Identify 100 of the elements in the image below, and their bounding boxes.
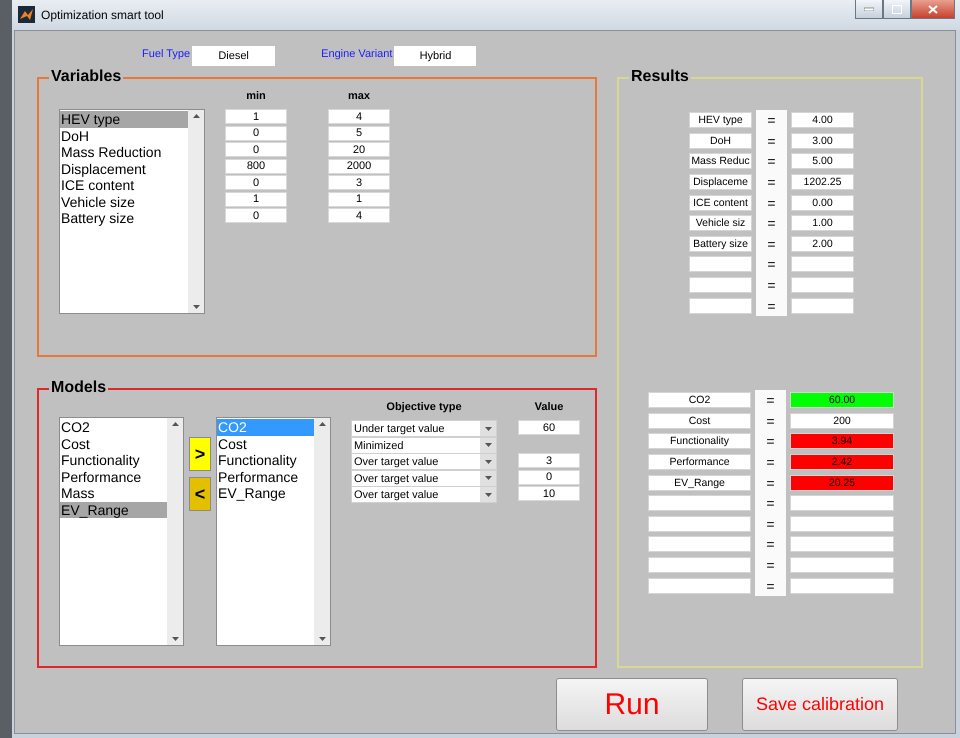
- minimize-button[interactable]: [855, 0, 883, 19]
- objective-dropdown[interactable]: Over target value: [351, 470, 497, 486]
- result-value-field: 60.00: [790, 392, 894, 408]
- list-item[interactable]: Cost: [60, 436, 167, 452]
- dropdown-arrow-icon[interactable]: [484, 476, 492, 480]
- value-field[interactable]: 0: [518, 470, 580, 484]
- result-value-field: [791, 298, 854, 314]
- min-field[interactable]: 0: [225, 208, 287, 223]
- result-value-field: [791, 277, 854, 294]
- equals-sign: =: [755, 452, 786, 472]
- result-value-field: 4.00: [791, 112, 854, 128]
- result-value-field: 5.00: [791, 153, 854, 170]
- list-item[interactable]: Performance: [217, 468, 314, 485]
- fuel-type-label: Fuel Type: [142, 48, 190, 60]
- result-value-field: 0.00: [791, 194, 854, 211]
- objective-dropdown[interactable]: Under target value: [351, 420, 497, 437]
- result-name-field: Performance: [648, 454, 751, 470]
- dropdown-arrow-icon[interactable]: [484, 492, 492, 496]
- result-name-field: [689, 298, 752, 314]
- equals-sign: =: [755, 554, 786, 576]
- max-field[interactable]: 20: [328, 142, 390, 157]
- scrollbar[interactable]: [314, 418, 330, 645]
- dropdown-arrow-icon[interactable]: [484, 460, 492, 464]
- result-value-field: [791, 256, 854, 272]
- list-item[interactable]: EV_Range: [217, 485, 314, 502]
- scrollbar[interactable]: [188, 110, 204, 313]
- scroll-up-icon[interactable]: [172, 422, 178, 426]
- list-item[interactable]: Functionality: [217, 452, 314, 468]
- equals-sign: =: [756, 212, 787, 234]
- result-name-field: Displaceme: [689, 174, 752, 190]
- objective-dropdown[interactable]: Minimized: [351, 436, 497, 454]
- column-header: min: [246, 89, 266, 104]
- list-item[interactable]: Vehicle size: [60, 194, 188, 210]
- dropdown-arrow-icon[interactable]: [484, 443, 492, 447]
- min-field[interactable]: 0: [225, 126, 287, 140]
- list-item[interactable]: HEV type: [60, 111, 188, 128]
- result-value-field: 1202.25: [791, 174, 854, 190]
- window-title: Optimization smart tool: [41, 8, 164, 22]
- equals-sign: =: [756, 274, 787, 296]
- scrollbar[interactable]: [167, 418, 183, 645]
- maximize-button[interactable]: [883, 0, 911, 19]
- max-field[interactable]: 4: [328, 109, 390, 124]
- result-value-field: 2.00: [791, 236, 854, 252]
- min-field[interactable]: 0: [225, 175, 287, 190]
- list-item[interactable]: Displacement: [60, 160, 188, 177]
- result-value-field: 3.00: [791, 132, 854, 149]
- max-field[interactable]: 1: [328, 192, 390, 206]
- column-header: max: [348, 89, 370, 104]
- scroll-up-icon[interactable]: [192, 114, 200, 118]
- equals-sign: =: [755, 472, 786, 493]
- result-value-field: 3.94: [790, 433, 894, 450]
- column-header: Value: [534, 400, 564, 415]
- min-field[interactable]: 1: [225, 192, 287, 206]
- result-name-field: [689, 256, 752, 272]
- max-field[interactable]: 4: [328, 208, 390, 223]
- value-field[interactable]: 3: [518, 453, 580, 468]
- list-item[interactable]: EV_Range: [60, 502, 167, 518]
- max-field[interactable]: 2000: [328, 158, 390, 174]
- max-field[interactable]: 5: [328, 126, 390, 140]
- dropdown-arrow-icon[interactable]: [484, 426, 492, 430]
- list-item[interactable]: Functionality: [60, 452, 167, 468]
- equals-sign: =: [756, 110, 787, 131]
- remove-button[interactable]: <: [189, 477, 211, 511]
- engine-variant-field[interactable]: Hybrid: [394, 46, 476, 66]
- min-field[interactable]: 1: [225, 109, 287, 124]
- list-item[interactable]: ICE content: [60, 177, 188, 194]
- equals-sign: =: [756, 192, 787, 213]
- objective-dropdown[interactable]: Over target value: [351, 453, 497, 470]
- list-box[interactable]: HEV type DoH Mass Reduction Displacement ICE content Vehicle size Battery size: [59, 109, 205, 314]
- add-button[interactable]: >: [189, 437, 211, 471]
- value-field[interactable]: 60: [518, 420, 580, 435]
- scroll-down-icon[interactable]: [192, 305, 200, 309]
- scroll-down-icon[interactable]: [172, 637, 178, 641]
- max-field[interactable]: 3: [328, 175, 390, 190]
- list-item[interactable]: Performance: [60, 468, 167, 485]
- min-field[interactable]: 800: [225, 158, 287, 174]
- list-item[interactable]: Mass: [60, 485, 167, 502]
- list-item[interactable]: DoH: [60, 128, 188, 144]
- list-box[interactable]: CO2 Cost Functionality Performance EV_Range: [216, 417, 331, 646]
- result-name-field: CO2: [648, 392, 751, 408]
- result-name-field: HEV type: [689, 112, 752, 128]
- list-item[interactable]: CO2: [60, 419, 167, 436]
- list-item[interactable]: Battery size: [60, 210, 188, 226]
- equals-sign: =: [755, 390, 786, 411]
- value-field[interactable]: 10: [518, 486, 580, 501]
- objective-dropdown[interactable]: Over target value: [351, 486, 497, 503]
- list-item[interactable]: Cost: [217, 436, 314, 452]
- equals-sign: =: [755, 534, 786, 555]
- fuel-type-field[interactable]: Diesel: [192, 46, 276, 66]
- scroll-down-icon[interactable]: [318, 637, 326, 641]
- equals-sign: =: [756, 254, 787, 275]
- list-box[interactable]: CO2 Cost Functionality Performance Mass EV_Range: [59, 417, 184, 646]
- result-value-field: 20.25: [790, 474, 894, 491]
- equals-sign: =: [755, 431, 786, 452]
- list-item[interactable]: Mass Reduction: [60, 144, 188, 160]
- maximize-icon: [892, 4, 902, 14]
- scroll-up-icon[interactable]: [318, 422, 326, 426]
- result-name-field: Functionality: [648, 433, 751, 450]
- close-button[interactable]: [911, 0, 955, 19]
- min-field[interactable]: 0: [225, 142, 287, 157]
